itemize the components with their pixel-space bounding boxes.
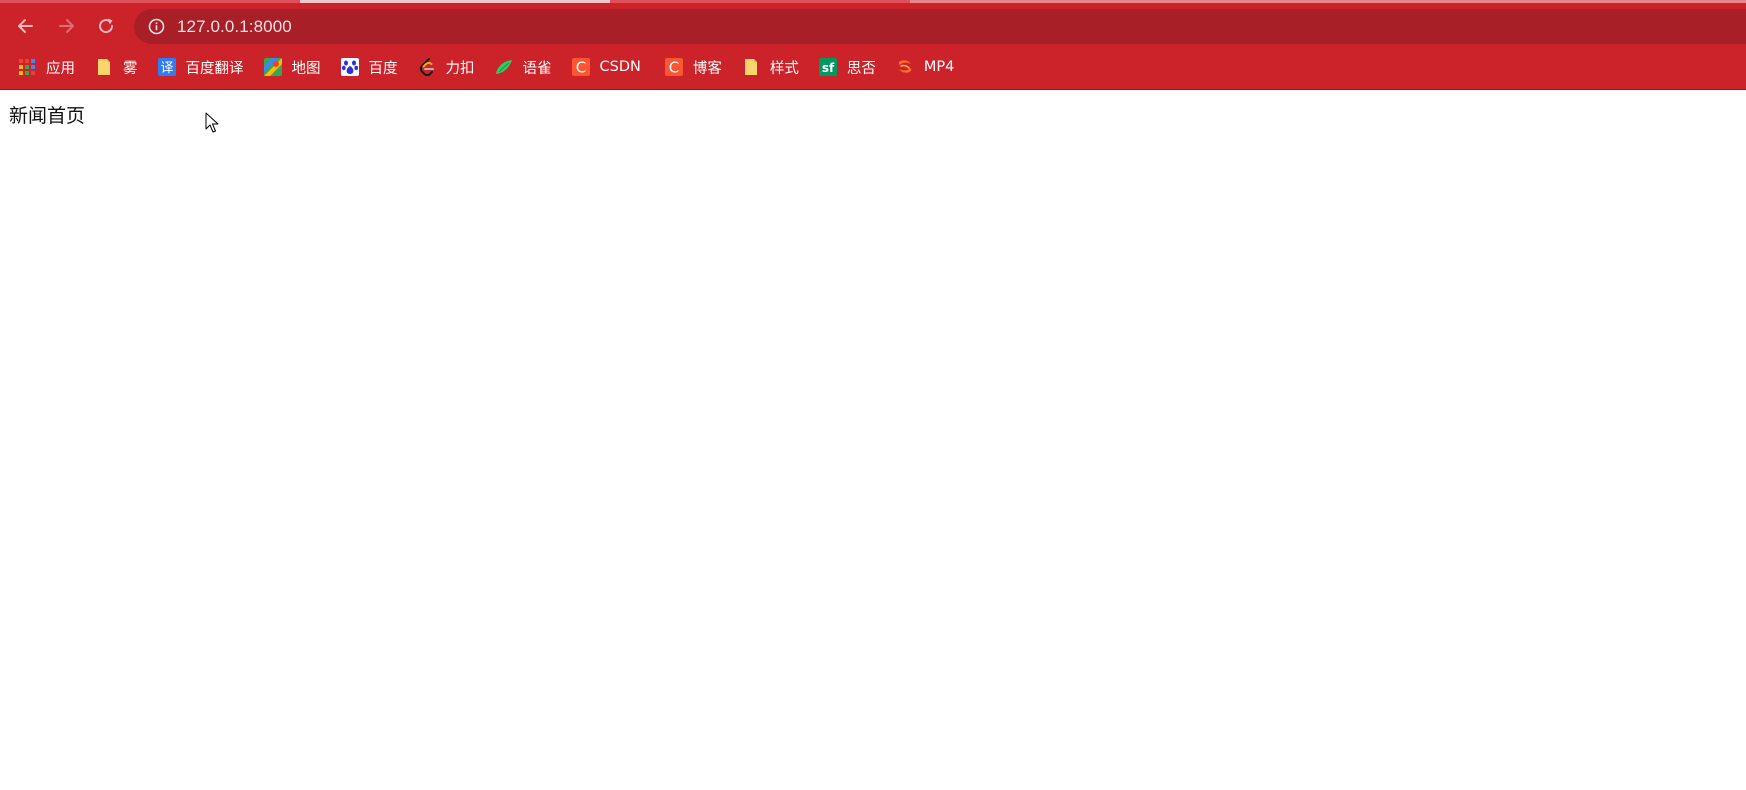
folder-icon: [95, 58, 113, 76]
bookmark-label: 力扣: [445, 60, 475, 77]
browser-toolbar: 127.0.0.1:8000: [0, 3, 1746, 50]
apps-grid-icon: [18, 58, 36, 76]
bookmark-segmentfault[interactable]: sf 思否: [818, 54, 876, 80]
bookmark-label: 样式: [769, 60, 799, 77]
bookmark-leetcode[interactable]: 力扣: [418, 54, 475, 80]
bookmark-label: 地图: [291, 60, 321, 77]
bookmark-yuque[interactable]: 语雀: [495, 54, 552, 80]
bookmarks-bar: 应用 雾 译 百度翻译 地图 百度 力扣 语雀 C CSDN C 博客 样式 s…: [0, 52, 1746, 82]
bookmark-baidu[interactable]: 百度: [340, 54, 398, 80]
reload-button[interactable]: [93, 13, 119, 39]
bookmark-label: 雾: [123, 60, 138, 77]
bookmark-label: MP4: [923, 59, 955, 75]
svg-text:sf: sf: [822, 61, 835, 75]
back-button[interactable]: [13, 13, 39, 39]
address-bar[interactable]: 127.0.0.1:8000: [134, 9, 1746, 44]
bookmark-csdn[interactable]: C CSDN: [571, 54, 641, 80]
bookmark-label: 百度: [368, 60, 398, 77]
bookmark-label: 应用: [46, 60, 75, 77]
arrow-right-icon: [56, 16, 76, 36]
url-text[interactable]: 127.0.0.1:8000: [177, 17, 292, 37]
svg-text:C: C: [669, 59, 679, 77]
bookmark-label: 百度翻译: [185, 60, 244, 77]
info-icon[interactable]: [148, 18, 165, 35]
yuque-icon: [495, 58, 513, 76]
page-content: 新闻首页: [0, 90, 1746, 790]
browser-chrome: 127.0.0.1:8000 应用 雾 译 百度翻译 地图 百度 力扣 语雀 C…: [0, 0, 1746, 90]
bookmark-folder-wu[interactable]: 雾: [95, 54, 138, 80]
reload-icon: [96, 16, 116, 36]
map-icon: [263, 58, 282, 76]
mouse-pointer-icon: [205, 112, 219, 134]
bookmark-baidu-translate[interactable]: 译 百度翻译: [157, 54, 244, 80]
bookmark-map[interactable]: 地图: [263, 54, 321, 80]
bookmark-label: 思否: [846, 60, 876, 77]
arrow-left-icon: [16, 16, 36, 36]
bookmark-label: 博客: [692, 60, 722, 77]
segmentfault-icon: sf: [818, 58, 837, 76]
mp4-icon: [896, 58, 914, 76]
svg-text:C: C: [575, 59, 585, 77]
bookmark-label: 语雀: [522, 60, 552, 77]
baidu-paw-icon: [340, 58, 359, 76]
bookmark-blog[interactable]: C 博客: [664, 54, 722, 80]
bookmark-folder-style[interactable]: 样式: [742, 54, 799, 80]
csdn-icon: C: [664, 58, 683, 77]
svg-text:译: 译: [160, 61, 173, 76]
bookmark-mp4[interactable]: MP4: [896, 54, 954, 80]
page-heading: 新闻首页: [9, 105, 86, 127]
leetcode-icon: [418, 58, 436, 76]
csdn-icon: C: [571, 58, 590, 77]
folder-icon: [742, 58, 760, 76]
forward-button[interactable]: [53, 13, 79, 39]
bookmark-apps[interactable]: 应用: [18, 54, 75, 80]
translate-icon: 译: [157, 58, 176, 76]
bookmark-label: CSDN: [599, 59, 641, 75]
